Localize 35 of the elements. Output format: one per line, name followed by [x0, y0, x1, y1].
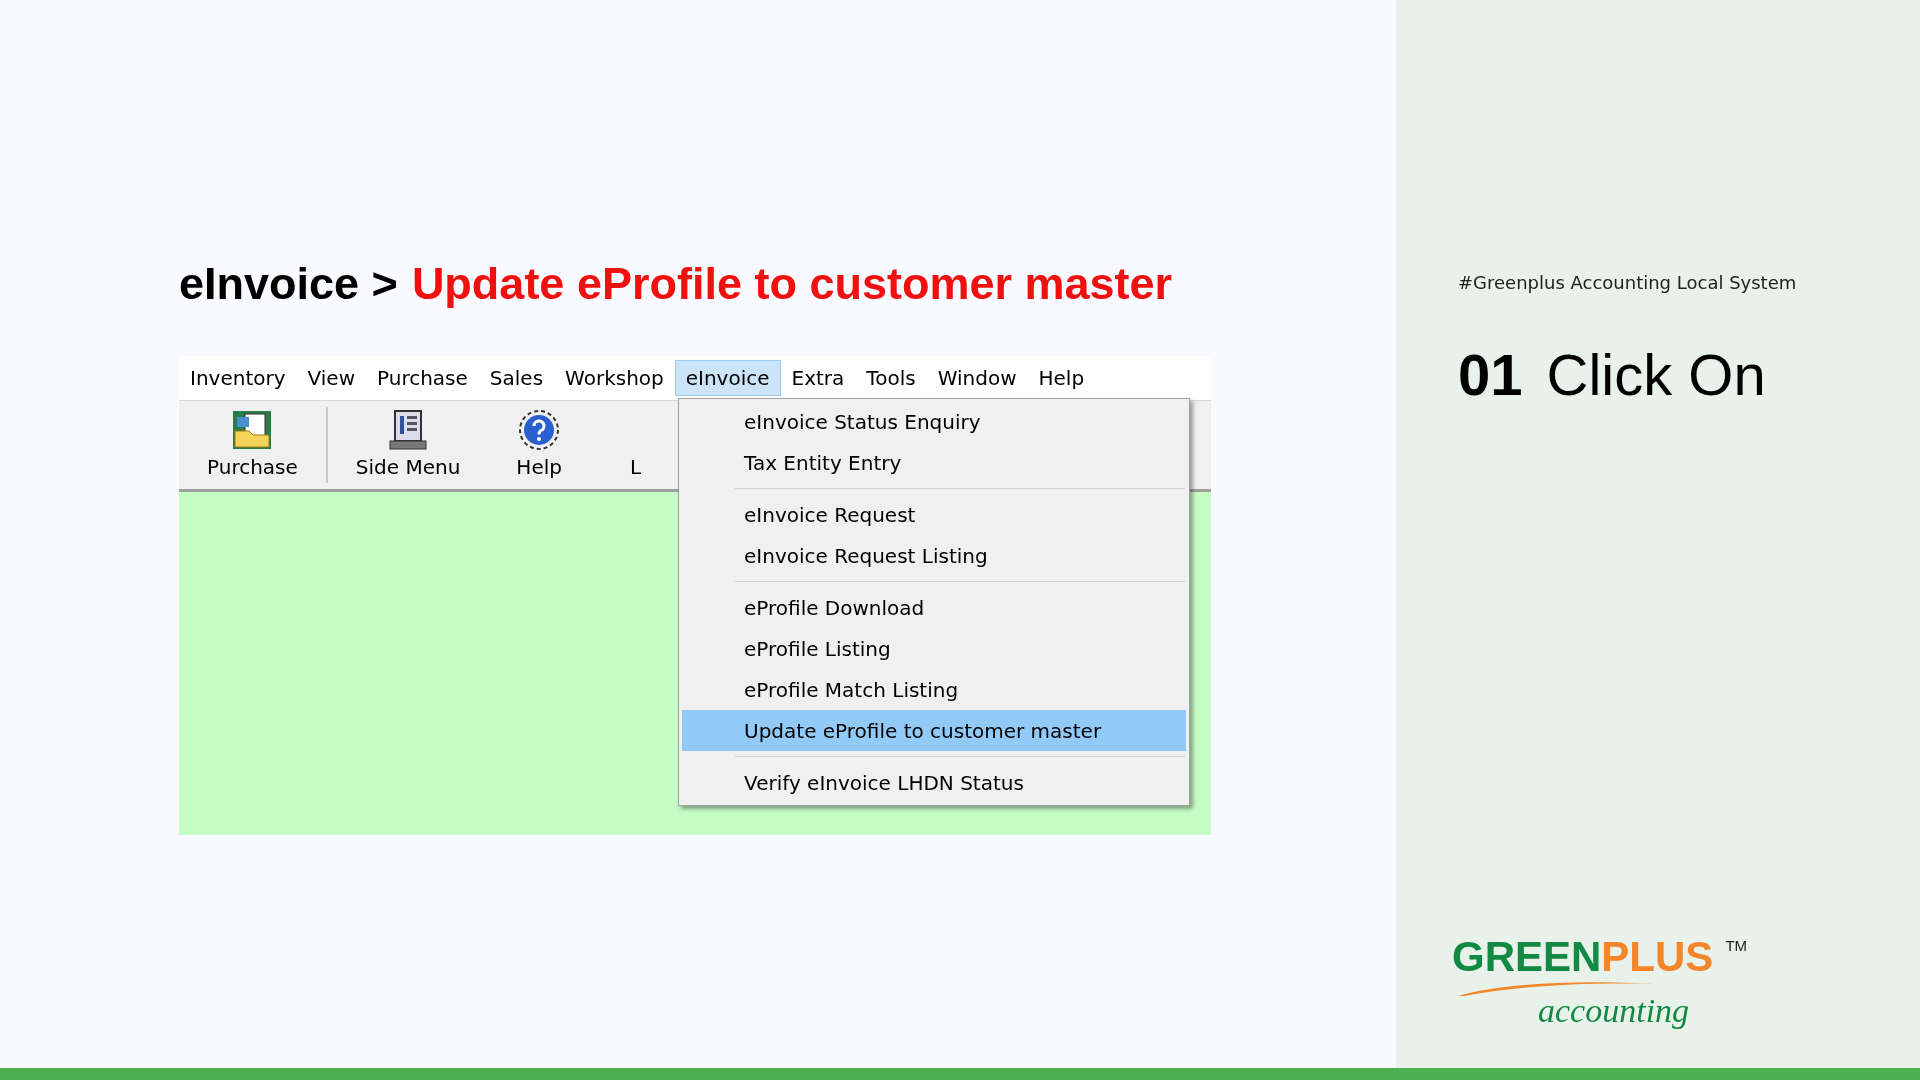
toolbar-button[interactable]: Help	[488, 409, 590, 489]
trademark-mark: TM	[1725, 938, 1748, 953]
logo-text: GREEN	[1452, 936, 1602, 978]
menu-option[interactable]: eInvoice Request Listing	[682, 535, 1186, 576]
menu-option[interactable]: Update eProfile to customer master	[682, 710, 1186, 751]
toolbar-label[interactable]: L	[589, 455, 642, 489]
menu-option[interactable]: eProfile Listing	[682, 628, 1186, 669]
menu-option[interactable]: eInvoice Status Enquiry	[682, 401, 1186, 442]
help-icon	[518, 409, 561, 451]
folder-document-icon	[231, 409, 274, 451]
breadcrumb-path: eInvoice >	[179, 258, 398, 310]
menu-item[interactable]: View	[296, 360, 366, 396]
menu-option[interactable]: eInvoice Request	[682, 494, 1186, 535]
menu-option[interactable]: eProfile Match Listing	[682, 669, 1186, 710]
menu-item[interactable]: Window	[926, 360, 1028, 396]
page-heading: Update eProfile to customer master	[411, 258, 1173, 310]
menu-item[interactable]: eInvoice	[674, 360, 781, 396]
menu-item[interactable]: Purchase	[366, 360, 479, 396]
toolbar-button[interactable]: Purchase	[179, 409, 326, 489]
menu-item[interactable]: Tools	[855, 360, 927, 396]
menu-item[interactable]: Workshop	[554, 360, 675, 396]
menu-option[interactable]: Verify eInvoice LHDN Status	[682, 762, 1186, 803]
hashtag: #Greenplus Accounting Local System	[1458, 272, 1798, 293]
monitor-list-icon	[387, 409, 430, 451]
step-number: 01	[1458, 341, 1523, 408]
step-text: Click On	[1546, 341, 1766, 408]
menu-option[interactable]: eProfile Download	[682, 587, 1186, 628]
toolbar-button[interactable]: Side Menu	[327, 409, 489, 489]
menu-option[interactable]: Tax Entity Entry	[682, 442, 1186, 483]
menu-item[interactable]: Inventory	[179, 360, 297, 396]
menu-item[interactable]: Sales	[478, 360, 555, 396]
menu-item[interactable]: Extra	[780, 360, 856, 396]
logo-tagline: accounting	[1538, 994, 1691, 1028]
logo-text: PLUS	[1601, 936, 1714, 978]
menu-item[interactable]: Help	[1027, 360, 1096, 396]
